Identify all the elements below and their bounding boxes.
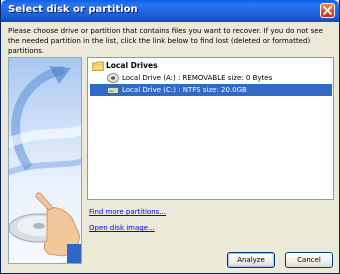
- title-bar[interactable]: Select disk or partition: [1, 0, 339, 22]
- floppy-drive-icon: [107, 73, 119, 83]
- analyze-button[interactable]: Analyze: [227, 252, 275, 268]
- drive-tree[interactable]: Local Drives Local Drive (A:) : REMOVABL…: [87, 57, 334, 200]
- cancel-button[interactable]: Cancel: [285, 252, 333, 268]
- link-group: Find more partitions... Open disk image.…: [89, 206, 166, 234]
- tree-item-drive-c[interactable]: Local Drive (C:) : NTFS size: 20.0GB: [90, 84, 332, 96]
- tree-root-label: Local Drives: [106, 61, 158, 70]
- close-icon: [323, 6, 332, 15]
- tree-root-local-drives[interactable]: Local Drives: [88, 60, 333, 72]
- instructions-text: Please choose drive or partition that co…: [8, 26, 324, 55]
- tree-item-label: Local Drive (A:) : REMOVABLE size: 0 Byt…: [122, 74, 273, 82]
- open-disk-image-link[interactable]: Open disk image...: [89, 222, 166, 234]
- window-title: Select disk or partition: [8, 4, 138, 15]
- find-more-partitions-link[interactable]: Find more partitions...: [89, 206, 166, 218]
- folder-icon: [92, 61, 104, 71]
- tree-item-drive-a[interactable]: Local Drive (A:) : REMOVABLE size: 0 Byt…: [88, 72, 333, 84]
- hard-drive-icon: [107, 87, 119, 94]
- wizard-illustration: [8, 57, 82, 264]
- dialog-window: Select disk or partition Please choose d…: [0, 0, 340, 274]
- tree-item-label: Local Drive (C:) : NTFS size: 20.0GB: [122, 86, 247, 94]
- close-button[interactable]: [320, 3, 335, 18]
